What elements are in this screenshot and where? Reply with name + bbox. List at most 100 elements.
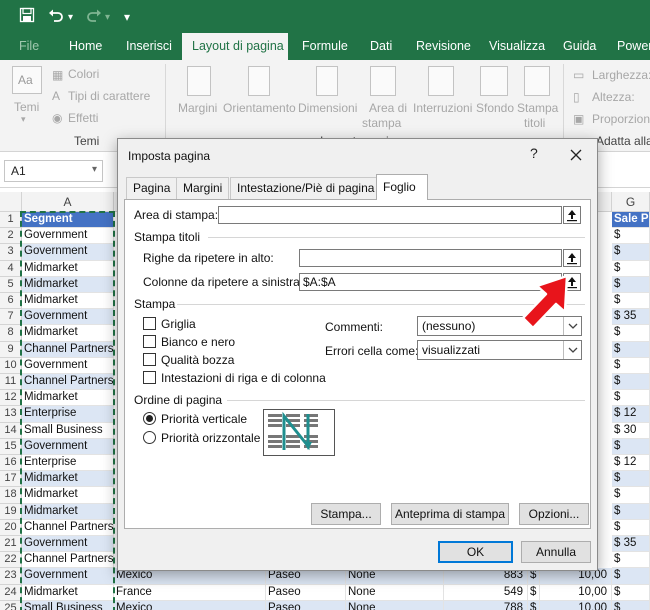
table-cell-segment[interactable]: Midmarket (22, 276, 114, 293)
orientation-button[interactable]: Orientamento (223, 101, 296, 115)
table-header-segment[interactable]: Segment (22, 212, 114, 229)
table-cell-price[interactable]: 10,00 (540, 600, 612, 610)
print-titles-label-1[interactable]: Stampa (517, 101, 558, 115)
table-cell-sale-price[interactable]: $ (612, 471, 650, 488)
row-header[interactable]: 5 (0, 276, 22, 293)
black-white-label[interactable]: Bianco e nero (161, 335, 235, 349)
tab-revisione[interactable]: Revisione (406, 33, 481, 60)
row-header[interactable]: 22 (0, 552, 22, 569)
row-header[interactable]: 8 (0, 325, 22, 342)
table-cell-sale-price[interactable]: $ (612, 325, 650, 342)
column-header-g[interactable]: G (612, 192, 650, 212)
tab-file[interactable]: File (9, 33, 49, 60)
ok-button[interactable]: OK (438, 541, 513, 563)
row-header[interactable]: 16 (0, 455, 22, 472)
row-header[interactable]: 25 (0, 600, 22, 610)
print-button[interactable]: Stampa... (311, 503, 381, 525)
undo-dropdown-icon[interactable]: ▾ (68, 9, 73, 27)
down-then-over-label[interactable]: Priorità verticale (161, 412, 247, 426)
row-header[interactable]: 24 (0, 584, 22, 601)
table-cell-segment[interactable]: Small Business (22, 600, 114, 610)
table-cell-sale-price[interactable]: $ (612, 293, 650, 310)
scale-label[interactable]: Proporzion (592, 112, 650, 126)
tab-intestazione[interactable]: Intestazione/Piè di pagina (230, 177, 382, 199)
table-cell-country[interactable]: Mexico (114, 600, 266, 610)
print-area-label-1[interactable]: Area di (369, 101, 407, 115)
table-cell-sale-price[interactable]: $ (612, 374, 650, 391)
print-area-label-2[interactable]: stampa (362, 116, 401, 130)
print-titles-icon[interactable] (524, 66, 550, 96)
black-white-checkbox[interactable] (143, 335, 156, 348)
table-cell-segment[interactable]: Enterprise (22, 455, 114, 472)
row-header[interactable]: 23 (0, 568, 22, 585)
size-icon[interactable] (316, 66, 338, 96)
row-header[interactable]: 3 (0, 244, 22, 261)
redo-icon[interactable] (86, 7, 102, 23)
headings-label[interactable]: Intestazioni di riga e di colonna (161, 371, 326, 385)
headings-checkbox[interactable] (143, 371, 156, 384)
table-cell-sale-price[interactable]: $ (612, 438, 650, 455)
size-button[interactable]: Dimensioni (298, 101, 357, 115)
tab-guida[interactable]: Guida (553, 33, 606, 60)
name-box[interactable]: A1 ▾ (4, 160, 103, 182)
cell-errors-select[interactable]: visualizzati (417, 340, 582, 360)
redo-dropdown-icon[interactable]: ▾ (105, 9, 110, 27)
table-cell-segment[interactable]: Midmarket (22, 390, 114, 407)
table-cell-sale-price[interactable]: $ (612, 260, 650, 277)
table-cell-segment[interactable]: Government (22, 357, 114, 374)
row-header[interactable]: 20 (0, 519, 22, 536)
print-area-collapse-icon[interactable] (563, 206, 581, 224)
tab-margini[interactable]: Margini (176, 177, 230, 199)
table-cell-segment[interactable]: Midmarket (22, 325, 114, 342)
table-cell-segment[interactable]: Midmarket (22, 487, 114, 504)
table-cell-segment[interactable]: Enterprise (22, 406, 114, 423)
rows-repeat-collapse-icon[interactable] (563, 249, 581, 267)
table-cell-sale-price[interactable]: $ (612, 341, 650, 358)
row-header[interactable]: 1 (0, 212, 22, 229)
table-cell-product[interactable]: Paseo (266, 600, 346, 610)
table-cell-segment[interactable]: Midmarket (22, 293, 114, 310)
row-header[interactable]: 18 (0, 487, 22, 504)
table-cell-units[interactable]: 788 (444, 600, 528, 610)
table-cell-segment[interactable]: Midmarket (22, 471, 114, 488)
row-header[interactable]: 19 (0, 503, 22, 520)
help-button[interactable]: ? (530, 145, 538, 161)
table-cell-product[interactable]: Paseo (266, 584, 346, 601)
row-header[interactable]: 2 (0, 228, 22, 245)
cancel-button[interactable]: Annulla (521, 541, 591, 563)
breaks-icon[interactable] (428, 66, 454, 96)
row-header[interactable]: 13 (0, 406, 22, 423)
row-header[interactable]: 17 (0, 471, 22, 488)
fonts-button[interactable]: Tipi di carattere (68, 89, 150, 103)
table-cell-segment[interactable]: Government (22, 536, 114, 553)
gridlines-label[interactable]: Griglia (161, 317, 196, 331)
draft-quality-label[interactable]: Qualità bozza (161, 353, 234, 367)
row-header[interactable]: 14 (0, 422, 22, 439)
draft-quality-checkbox[interactable] (143, 353, 156, 366)
print-area-input[interactable] (218, 206, 562, 224)
column-header-a[interactable]: A (22, 192, 114, 212)
row-header[interactable]: 4 (0, 260, 22, 277)
close-icon[interactable] (566, 145, 586, 165)
tab-power[interactable]: Power (607, 33, 650, 60)
table-cell-sale-price[interactable]: $ (612, 276, 650, 293)
table-cell-segment[interactable]: Channel Partners (22, 341, 114, 358)
table-cell-sale-price[interactable]: $ (612, 600, 650, 610)
row-header[interactable]: 15 (0, 438, 22, 455)
print-area-icon[interactable] (370, 66, 396, 96)
cell-errors-dropdown-icon[interactable] (563, 341, 581, 359)
tab-layout-di-pagina[interactable]: Layout di pagina (182, 33, 288, 60)
table-cell-segment[interactable]: Channel Partners (22, 374, 114, 391)
print-preview-button[interactable]: Anteprima di stampa (391, 503, 509, 525)
row-header[interactable]: 6 (0, 293, 22, 310)
background-button[interactable]: Sfondo (476, 101, 514, 115)
table-cell-segment[interactable]: Government (22, 309, 114, 326)
options-button[interactable]: Opzioni... (519, 503, 589, 525)
margins-icon[interactable] (187, 66, 211, 96)
breaks-button[interactable]: Interruzioni (413, 101, 472, 115)
height-label[interactable]: Altezza: (592, 90, 635, 104)
table-cell-sale-price[interactable]: $ 35 (612, 309, 650, 326)
margins-button[interactable]: Margini (178, 101, 217, 115)
tab-home[interactable]: Home (59, 33, 112, 60)
table-cell-sale-price[interactable]: $ (612, 584, 650, 601)
